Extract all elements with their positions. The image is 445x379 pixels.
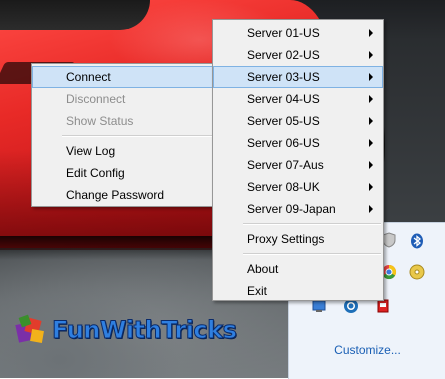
server-label: Server 07-Aus: [247, 158, 324, 172]
menu-item-show-status[interactable]: Show Status: [32, 110, 214, 132]
server-label: Server 05-US: [247, 114, 320, 128]
menu-item-server-08[interactable]: Server 08-UK: [213, 176, 383, 198]
submenu-arrow-icon: [369, 161, 373, 169]
menu-separator: [243, 253, 381, 255]
cd-icon[interactable]: [409, 264, 425, 280]
menu-separator: [243, 223, 381, 225]
watermark-logo: FunWithTricks: [14, 310, 237, 350]
server-label: Server 04-US: [247, 92, 320, 106]
server-label: Server 03-US: [247, 70, 320, 84]
menu-item-disconnect[interactable]: Disconnect: [32, 88, 214, 110]
submenu-arrow-icon: [369, 117, 373, 125]
server-label: Server 08-UK: [247, 180, 320, 194]
server-label: Server 01-US: [247, 26, 320, 40]
menu-item-server-05[interactable]: Server 05-US: [213, 110, 383, 132]
menu-item-view-log[interactable]: View Log: [32, 140, 214, 162]
menu-item-change-password[interactable]: Change Password: [32, 184, 214, 206]
watermark-text: FunWithTricks: [51, 316, 237, 345]
menu-item-connect[interactable]: Connect: [32, 66, 214, 88]
menu-item-server-06[interactable]: Server 06-US: [213, 132, 383, 154]
server-label: Server 09-Japan: [247, 202, 336, 216]
menu-item-exit[interactable]: Exit: [213, 280, 383, 302]
server-label: Server 02-US: [247, 48, 320, 62]
submenu-arrow-icon: [369, 29, 373, 37]
submenu-arrow-icon: [369, 183, 373, 191]
bluetooth-icon[interactable]: [409, 233, 425, 249]
menu-separator: [62, 135, 212, 137]
customize-link[interactable]: Customize...: [289, 343, 445, 357]
server-label: Server 06-US: [247, 136, 320, 150]
menu-item-server-02[interactable]: Server 02-US: [213, 44, 383, 66]
menu-item-server-01[interactable]: Server 01-US: [213, 22, 383, 44]
car-window: [0, 0, 150, 30]
menu-item-about[interactable]: About: [213, 258, 383, 280]
menu-item-proxy-settings[interactable]: Proxy Settings: [213, 228, 383, 250]
submenu-arrow-icon: [369, 205, 373, 213]
menu-item-edit-config[interactable]: Edit Config: [32, 162, 214, 184]
menu-item-server-03[interactable]: Server 03-US: [213, 66, 383, 88]
menu-item-server-07[interactable]: Server 07-Aus: [213, 154, 383, 176]
submenu-arrow-icon: [369, 51, 373, 59]
menu-item-server-09[interactable]: Server 09-Japan: [213, 198, 383, 220]
submenu-arrow-icon: [369, 139, 373, 147]
menu-item-server-04[interactable]: Server 04-US: [213, 88, 383, 110]
submenu-arrow-icon: [369, 95, 373, 103]
connection-context-menu: Connect Disconnect Show Status View Log …: [31, 63, 215, 207]
submenu-arrow-icon: [369, 73, 373, 81]
server-context-menu: Server 01-US Server 02-US Server 03-US S…: [212, 19, 384, 301]
logo-icon: [14, 313, 48, 347]
